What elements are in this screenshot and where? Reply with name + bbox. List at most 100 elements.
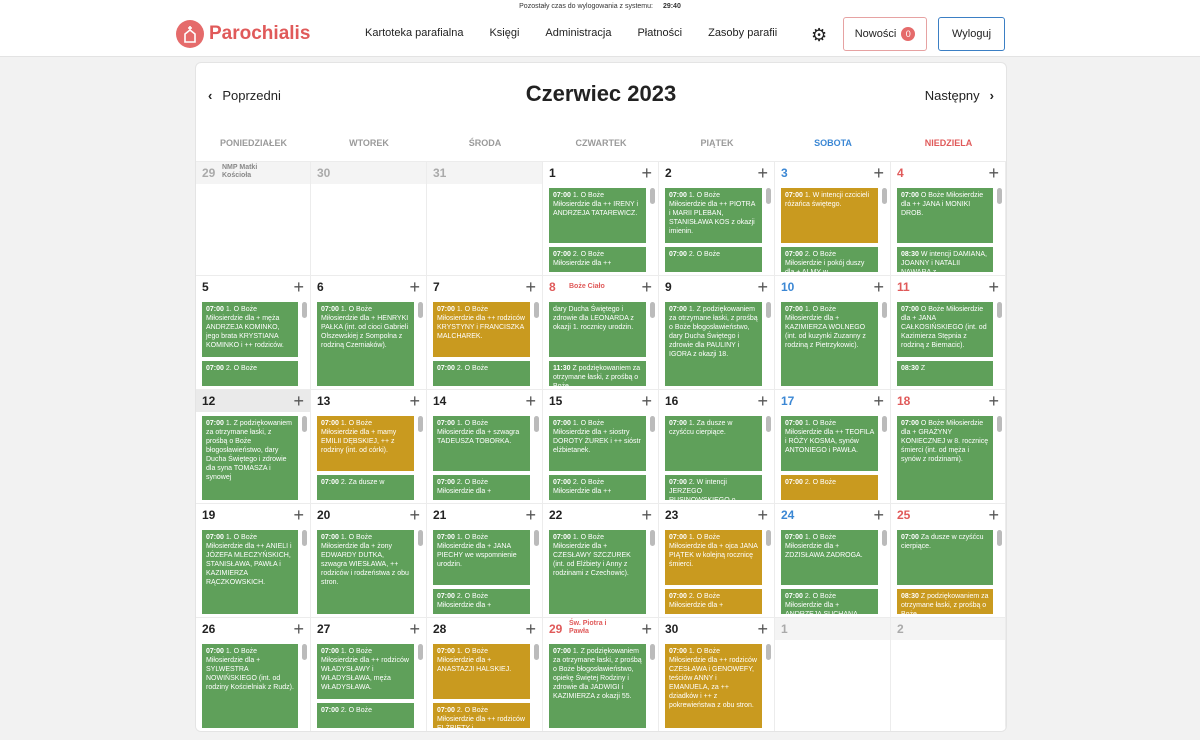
day-cell[interactable]: 14 +07:00 1. O Boże Miłosierdzie dla + sz…: [427, 389, 543, 503]
news-button[interactable]: Nowości 0: [843, 17, 927, 51]
mass-intention[interactable]: 07:00 Za dusze w czyśćcu cierpiące.: [897, 530, 993, 585]
day-cell[interactable]: 1 +07:00 1. O Boże Miłosierdzie dla ++ IR…: [543, 161, 659, 275]
mass-intention[interactable]: 11:30 Z podziękowaniem za otrzymane łask…: [549, 361, 646, 386]
day-cell[interactable]: 10 +07:00 1. O Boże Miłosierdzie dla + KA…: [775, 275, 891, 389]
mass-intention[interactable]: 07:00 2. O Boże: [317, 703, 414, 728]
scrollbar-thumb[interactable]: [302, 530, 307, 546]
day-cell[interactable]: 30 +07:00 1. O Boże Miłosierdzie dla ++ r…: [659, 617, 775, 731]
day-cell[interactable]: 29 NMP Matki Kościoła: [196, 161, 311, 275]
scrollbar-thumb[interactable]: [766, 644, 771, 660]
day-cell[interactable]: 15 +07:00 1. O Boże Miłosierdzie dla + si…: [543, 389, 659, 503]
mass-intention[interactable]: 07:00 2. O Boże Miłosierdzie dla +: [433, 589, 530, 614]
scrollbar-thumb[interactable]: [650, 530, 655, 546]
scrollbar-thumb[interactable]: [766, 302, 771, 318]
add-event-icon[interactable]: +: [409, 504, 420, 526]
day-cell[interactable]: 11 +07:00 O Boże Miłosierdzie dla + JANA …: [891, 275, 1006, 389]
mass-intention[interactable]: 07:00 2. O Boże: [433, 361, 530, 386]
day-cell[interactable]: 22 +07:00 1. O Boże Miłosierdzie dla + CZ…: [543, 503, 659, 617]
add-event-icon[interactable]: +: [293, 390, 304, 412]
mass-intention[interactable]: 07:00 1. O Boże Miłosierdzie dla ++ TEOF…: [781, 416, 878, 471]
menu-item-zasoby[interactable]: Zasoby parafii: [708, 27, 777, 39]
mass-intention[interactable]: 07:00 1. Z podziękowaniem za otrzymane ł…: [549, 644, 646, 728]
scrollbar-thumb[interactable]: [997, 302, 1002, 318]
mass-intention[interactable]: 08:30 W intencji DAMIANA, JOANNY i NATAL…: [897, 247, 993, 272]
day-cell[interactable]: 1: [775, 617, 891, 731]
add-event-icon[interactable]: +: [757, 162, 768, 184]
mass-intention[interactable]: 07:00 1. O Boże Miłosierdzie dla + żony …: [317, 530, 414, 614]
mass-intention[interactable]: 07:00 1. Za dusze w czyśćcu cierpiące.: [665, 416, 762, 471]
add-event-icon[interactable]: +: [525, 504, 536, 526]
add-event-icon[interactable]: +: [641, 618, 652, 640]
scrollbar-thumb[interactable]: [882, 416, 887, 432]
add-event-icon[interactable]: +: [988, 276, 999, 298]
add-event-icon[interactable]: +: [873, 276, 884, 298]
day-cell[interactable]: 31: [427, 161, 543, 275]
day-cell[interactable]: 29 Św. Piotra i Pawła +07:00 1. Z podzięko…: [543, 617, 659, 731]
mass-intention[interactable]: 07:00 1. Z podziękowaniem za otrzymane ł…: [202, 416, 298, 500]
scrollbar-thumb[interactable]: [302, 302, 307, 318]
menu-item-administracja[interactable]: Administracja: [545, 27, 611, 39]
mass-intention[interactable]: 07:00 1. O Boże Miłosierdzie dla + ANAST…: [433, 644, 530, 699]
day-cell[interactable]: 3 +07:00 1. W intencji czcicieli różańca …: [775, 161, 891, 275]
add-event-icon[interactable]: +: [525, 390, 536, 412]
scrollbar-thumb[interactable]: [882, 302, 887, 318]
add-event-icon[interactable]: +: [409, 276, 420, 298]
mass-intention[interactable]: 07:00 1. O Boże Miłosierdzie dla + HENRY…: [317, 302, 414, 386]
scrollbar-thumb[interactable]: [418, 530, 423, 546]
mass-intention[interactable]: 07:00 2. O Boże Miłosierdzie dla +: [433, 475, 530, 500]
mass-intention[interactable]: 07:00 1. O Boże Miłosierdzie dla + ZDZIS…: [781, 530, 878, 585]
mass-intention[interactable]: 07:00 2. O Boże: [781, 475, 878, 500]
mass-intention[interactable]: 07:00 1. Z podziękowaniem za otrzymane ł…: [665, 302, 762, 386]
scrollbar-thumb[interactable]: [766, 416, 771, 432]
scrollbar-thumb[interactable]: [534, 530, 539, 546]
add-event-icon[interactable]: +: [641, 162, 652, 184]
day-cell[interactable]: 5 +07:00 1. O Boże Miłosierdzie dla + męż…: [196, 275, 311, 389]
scrollbar-thumb[interactable]: [418, 416, 423, 432]
mass-intention[interactable]: 07:00 O Boże Miłosierdzie dla ++ JANA i …: [897, 188, 993, 243]
day-cell[interactable]: 21 +07:00 1. O Boże Miłosierdzie dla + JA…: [427, 503, 543, 617]
day-cell[interactable]: 28 +07:00 1. O Boże Miłosierdzie dla + AN…: [427, 617, 543, 731]
add-event-icon[interactable]: +: [873, 390, 884, 412]
scrollbar-thumb[interactable]: [882, 530, 887, 546]
mass-intention[interactable]: 07:00 1. O Boże Miłosierdzie dla ++ rodz…: [433, 302, 530, 357]
scrollbar-thumb[interactable]: [766, 188, 771, 204]
mass-intention[interactable]: 07:00 2. O Boże: [202, 361, 298, 386]
day-cell[interactable]: 8 Boże Ciało + dary Ducha Świętego i zdrowi…: [543, 275, 659, 389]
add-event-icon[interactable]: +: [988, 390, 999, 412]
day-cell[interactable]: 17 +07:00 1. O Boże Miłosierdzie dla ++ T…: [775, 389, 891, 503]
day-cell[interactable]: 2: [891, 617, 1006, 731]
mass-intention[interactable]: 07:00 2. Za dusze w: [317, 475, 414, 500]
add-event-icon[interactable]: +: [988, 162, 999, 184]
day-cell[interactable]: 26 +07:00 1. O Boże Miłosierdzie dla + SY…: [196, 617, 311, 731]
mass-intention[interactable]: 07:00 1. O Boże Miłosierdzie dla + JANA …: [433, 530, 530, 585]
day-cell[interactable]: 19 +07:00 1. O Boże Miłosierdzie dla ++ A…: [196, 503, 311, 617]
scrollbar-thumb[interactable]: [997, 530, 1002, 546]
add-event-icon[interactable]: +: [293, 618, 304, 640]
mass-intention[interactable]: 08:30 Z podziękowaniem za otrzymane łask…: [897, 589, 993, 614]
mass-intention[interactable]: dary Ducha Świętego i zdrowie dla LEONAR…: [549, 302, 646, 357]
scrollbar-thumb[interactable]: [650, 644, 655, 660]
mass-intention[interactable]: 07:00 1. O Boże Miłosierdzie dla + męża …: [202, 302, 298, 357]
day-cell[interactable]: 23 +07:00 1. O Boże Miłosierdzie dla + oj…: [659, 503, 775, 617]
mass-intention[interactable]: 07:00 2. O Boże: [665, 247, 762, 272]
day-cell[interactable]: 2 +07:00 1. O Boże Miłosierdzie dla ++ PI…: [659, 161, 775, 275]
scrollbar-thumb[interactable]: [997, 188, 1002, 204]
mass-intention[interactable]: 07:00 1. O Boże Miłosierdzie dla + siost…: [549, 416, 646, 471]
add-event-icon[interactable]: +: [757, 618, 768, 640]
scrollbar-thumb[interactable]: [882, 188, 887, 204]
add-event-icon[interactable]: +: [525, 618, 536, 640]
day-cell[interactable]: 30: [311, 161, 427, 275]
scrollbar-thumb[interactable]: [650, 416, 655, 432]
add-event-icon[interactable]: +: [757, 276, 768, 298]
scrollbar-thumb[interactable]: [650, 302, 655, 318]
mass-intention[interactable]: 07:00 1. O Boże Miłosierdzie dla ++ rodz…: [317, 644, 414, 699]
app-logo[interactable]: Parochialis: [176, 20, 310, 48]
mass-intention[interactable]: 07:00 2. O Boże Miłosierdzie i pokój dus…: [781, 247, 878, 272]
scrollbar-thumb[interactable]: [418, 644, 423, 660]
add-event-icon[interactable]: +: [525, 276, 536, 298]
day-cell[interactable]: 9 +07:00 1. Z podziękowaniem za otrzymane…: [659, 275, 775, 389]
mass-intention[interactable]: 07:00 1. O Boże Miłosierdzie dla + mamy …: [317, 416, 414, 471]
add-event-icon[interactable]: +: [873, 504, 884, 526]
scrollbar-thumb[interactable]: [302, 416, 307, 432]
mass-intention[interactable]: 07:00 2. O Boże Miłosierdzie dla ++: [549, 475, 646, 500]
